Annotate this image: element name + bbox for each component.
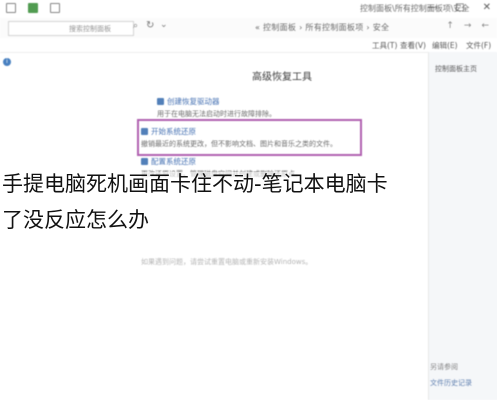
option-1-title[interactable]: 创建恢复驱动器 (167, 97, 220, 106)
window-icon (6, 3, 16, 13)
menu-view[interactable]: 查看(V) (400, 40, 426, 51)
address-bar-row: 搜索控制面板 ⌕ ↻ ⌄ « 控制面板 › 所有控制面板项 › 安全 ↑ → ← (0, 18, 497, 39)
window-controls: — □ ✕ (427, 2, 491, 13)
dropdown-icon[interactable] (50, 3, 60, 13)
menu-tools[interactable]: 工具(T) (372, 40, 397, 51)
breadcrumb[interactable]: « 控制面板 › 所有控制面板项 › 安全 (255, 22, 389, 33)
app-icon (28, 3, 38, 13)
back-icon[interactable]: ← (481, 21, 489, 31)
recovery-option-2[interactable]: 开始系统还原 撤销最近的系统更改，但不影响文档、图片和音乐之类的文件。 (141, 126, 351, 149)
option-3-title[interactable]: 配置系统还原 (151, 157, 196, 166)
caption-line-2: 了没反应怎么办 (2, 208, 149, 232)
title-bar: 控制面板\所有控制面板项\安全 — □ ✕ (0, 0, 497, 19)
caption-line-1: 手提电脑死机画面卡住不动-笔记本电脑卡 (2, 172, 388, 196)
info-icon: i (3, 58, 11, 66)
search-icon[interactable]: ⌕ (133, 21, 138, 31)
maximize-button[interactable]: □ (455, 2, 464, 13)
refresh-icon[interactable]: ↻ (146, 20, 154, 31)
overlay-caption: 手提电脑死机画面卡住不动-笔记本电脑卡 了没反应怎么办 (2, 166, 494, 238)
recovery-option-1[interactable]: 创建恢复驱动器 用于在电脑无法启动时进行故障排除。 (157, 96, 367, 119)
sidebar-home-link[interactable]: 控制面板主页 (435, 64, 477, 74)
shield-icon (157, 98, 164, 105)
settings-icon (141, 158, 148, 165)
faint-note-text: 如果遇到问题，请尝试重置电脑或重新安装Windows。 (141, 258, 313, 266)
option-2-title[interactable]: 开始系统还原 (151, 127, 196, 136)
nav-buttons: ↑ → ← (446, 21, 489, 31)
page-title: 高级恢复工具 (252, 72, 312, 83)
search-placeholder: 搜索控制面板 (69, 25, 111, 33)
option-2-desc: 撤销最近的系统更改，但不影响文档、图片和音乐之类的文件。 (141, 140, 337, 148)
faint-note: 如果遇到问题，请尝试重置电脑或重新安装Windows。 (141, 255, 351, 267)
search-input[interactable]: 搜索控制面板 (8, 21, 134, 36)
see-also-label: 另请参阅 (430, 363, 458, 371)
restore-icon (141, 128, 148, 135)
menu-bar: 工具(T) 查看(V) 编辑(E) 文件(F) (0, 38, 497, 53)
menu-edit[interactable]: 编辑(E) (432, 40, 458, 51)
quick-access-toolbar (6, 3, 60, 13)
option-1-desc: 用于在电脑无法启动时进行故障排除。 (157, 110, 276, 118)
minimize-button[interactable]: — (427, 2, 437, 13)
file-history-link[interactable]: 文件历史记录 (430, 378, 472, 388)
menu-file[interactable]: 文件(F) (466, 40, 491, 51)
forward-icon[interactable]: → (464, 21, 472, 31)
up-icon[interactable]: ↑ (446, 21, 454, 31)
chevron-down-icon[interactable]: ⌄ (160, 20, 168, 30)
close-button[interactable]: ✕ (483, 2, 491, 13)
